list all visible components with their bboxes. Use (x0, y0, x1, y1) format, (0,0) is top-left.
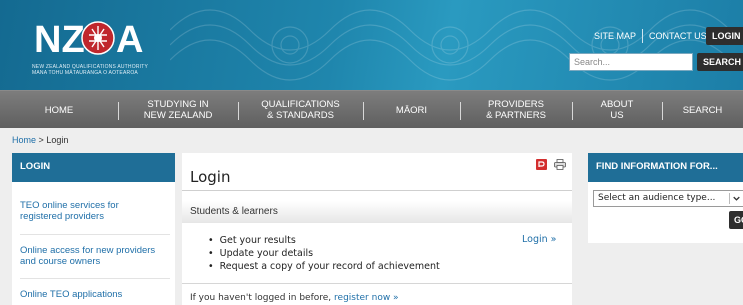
util-separator (642, 29, 644, 43)
list-item: Update your details (208, 247, 440, 260)
nav-about-us[interactable]: ABOUT US (572, 91, 662, 129)
breadcrumb-separator: > (38, 135, 44, 145)
section-divider (182, 283, 572, 284)
register-prompt-text: If you haven't logged in before, (190, 293, 332, 303)
left-sidebar-heading: LOGIN (12, 153, 175, 182)
sidebar-item-label[interactable]: Online access for new providers and cour… (12, 245, 163, 267)
title-divider (182, 190, 572, 191)
header-login-button[interactable]: LOGIN (706, 27, 743, 45)
site-header: NZ A NEW ZEALAND QUALIFICATIONS AUTHORIT… (0, 0, 743, 90)
list-item: Request a copy of your record of achieve… (208, 260, 440, 273)
svg-text:A: A (116, 19, 143, 58)
list-item: Get your results (208, 234, 440, 247)
sidebar-item-label[interactable]: Online TEO applications (12, 289, 130, 301)
nzqa-logo[interactable]: NZ A (34, 18, 154, 58)
breadcrumb-home-link[interactable]: Home (12, 135, 36, 145)
left-sidebar: LOGIN TEO online services for registered… (12, 153, 175, 305)
go-button[interactable]: GO (729, 211, 743, 229)
audience-section-title: Students & learners (190, 206, 278, 217)
audience-select-value: Select an audience type... (598, 193, 716, 203)
search-button[interactable]: SEARCH (697, 53, 743, 71)
nav-search[interactable]: SEARCH (662, 91, 743, 129)
breadcrumb-current: Login (46, 135, 69, 145)
register-prompt: If you haven't logged in before, registe… (190, 293, 399, 303)
sidebar-item-online-teo-applications[interactable]: Online TEO applications (12, 289, 130, 301)
register-now-link[interactable]: register now » (334, 293, 399, 303)
pdf-icon[interactable] (536, 159, 547, 170)
sidebar-divider (20, 278, 170, 279)
nav-maori[interactable]: MĀORI (363, 91, 460, 129)
audience-section-header: Students & learners (182, 201, 572, 223)
sidebar-divider (20, 234, 170, 235)
find-information-heading: FIND INFORMATION FOR... (588, 153, 743, 182)
nav-home[interactable]: HOME (0, 91, 118, 129)
main-navigation: HOME STUDYING IN NEW ZEALAND QUALIFICATI… (0, 90, 743, 128)
utility-links: SITE MAP CONTACT US (594, 28, 707, 44)
header-pattern-decoration (170, 9, 730, 81)
site-map-link[interactable]: SITE MAP (594, 31, 636, 41)
login-benefits-list: Get your results Update your details Req… (208, 234, 440, 273)
audience-type-select[interactable]: Select an audience type... (593, 190, 743, 207)
print-icon[interactable] (554, 159, 566, 170)
nav-studying-in-new-zealand[interactable]: STUDYING IN NEW ZEALAND (118, 91, 238, 129)
svg-text:NZ: NZ (34, 19, 85, 58)
nav-qualifications-standards[interactable]: QUALIFICATIONS & STANDARDS (238, 91, 363, 129)
login-link[interactable]: Login » (522, 234, 556, 245)
contact-us-link[interactable]: CONTACT US (649, 31, 707, 41)
logo-subtitle-maori: MANA TOHU MĀTAURANGA O AOTEAROA (32, 70, 138, 76)
sidebar-item-teo-online-services[interactable]: TEO online services for registered provi… (12, 200, 127, 222)
breadcrumb: Home > Login (12, 135, 68, 145)
sidebar-item-online-access-new-providers[interactable]: Online access for new providers and cour… (12, 245, 163, 267)
search-input[interactable] (569, 53, 693, 71)
sidebar-item-label[interactable]: TEO online services for registered provi… (12, 200, 127, 222)
nav-providers-partners[interactable]: PROVIDERS & PARTNERS (460, 91, 572, 129)
right-sidebar: FIND INFORMATION FOR... Select an audien… (588, 153, 743, 243)
chevron-down-icon (729, 193, 740, 204)
page-title: Login (190, 168, 231, 186)
main-content: Login Students & learners Get your resul… (182, 153, 572, 305)
